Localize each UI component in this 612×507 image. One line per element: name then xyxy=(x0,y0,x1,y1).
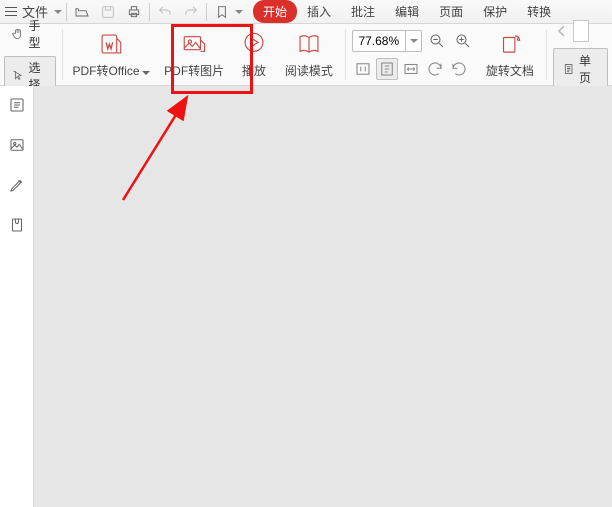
pdf-to-image-label: PDF转图片 xyxy=(164,62,224,79)
zoom-dropdown-button[interactable] xyxy=(405,31,421,51)
separator xyxy=(206,3,207,21)
save-button[interactable] xyxy=(97,1,119,23)
cursor-icon xyxy=(11,68,24,84)
tab-page[interactable]: 页面 xyxy=(429,0,473,23)
zoom-combo[interactable] xyxy=(352,30,422,52)
zoom-in-button[interactable] xyxy=(452,30,474,52)
hand-mode-label: 手型 xyxy=(28,17,48,51)
bookmark-dropdown[interactable] xyxy=(211,1,243,23)
sidebar-thumbnails-button[interactable] xyxy=(6,134,28,156)
single-page-label: 单页 xyxy=(579,52,599,86)
pdf-to-office-label: PDF转Office xyxy=(72,64,139,78)
zoom-in-icon xyxy=(454,32,472,50)
zoom-group xyxy=(352,30,474,80)
chevron-down-icon xyxy=(235,10,243,14)
tab-insert[interactable]: 插入 xyxy=(297,0,341,23)
fit-buttons-row xyxy=(352,58,474,80)
separator xyxy=(546,30,547,80)
hand-mode-button[interactable]: 手型 xyxy=(4,14,56,54)
undo-button[interactable] xyxy=(154,1,176,23)
rotate-left-button[interactable] xyxy=(448,58,470,80)
undo-icon xyxy=(157,4,173,20)
list-icon xyxy=(8,96,26,114)
print-icon xyxy=(126,4,142,20)
prev-page-button[interactable] xyxy=(553,20,571,42)
one-to-one-icon xyxy=(354,60,372,78)
separator xyxy=(62,30,63,80)
tab-edit[interactable]: 编辑 xyxy=(385,0,429,23)
sidebar-attachments-button[interactable] xyxy=(6,214,28,236)
reading-mode-button[interactable]: 阅读模式 xyxy=(279,26,339,83)
separator xyxy=(345,30,346,80)
single-page-button[interactable]: 单页 xyxy=(553,48,608,90)
tab-annotate[interactable]: 批注 xyxy=(341,0,385,23)
print-button[interactable] xyxy=(123,1,145,23)
chevron-down-icon xyxy=(410,39,418,43)
pdf-to-image-icon xyxy=(180,30,208,58)
pdf-to-word-icon xyxy=(97,30,125,58)
sidebar-outline-button[interactable] xyxy=(6,94,28,116)
separator xyxy=(66,3,67,21)
zoom-out-button[interactable] xyxy=(426,30,448,52)
single-page-icon xyxy=(562,61,575,77)
fit-page-button[interactable] xyxy=(376,58,398,80)
document-viewport[interactable] xyxy=(34,86,612,507)
play-button[interactable]: 播放 xyxy=(235,26,273,83)
ribbon-toolbar: 手型 选择 PDF转Office PDF转图片 播放 阅读模式 xyxy=(0,24,612,86)
mode-buttons-group: 手型 选择 xyxy=(4,14,56,96)
page-number-input[interactable] xyxy=(573,20,589,42)
open-button[interactable] xyxy=(71,1,93,23)
image-icon xyxy=(8,136,26,154)
bookmark-icon xyxy=(214,4,230,20)
left-sidebar xyxy=(0,86,34,507)
reading-mode-label: 阅读模式 xyxy=(285,62,333,79)
attachment-icon xyxy=(8,216,26,234)
sidebar-annotations-button[interactable] xyxy=(6,174,28,196)
separator xyxy=(149,3,150,21)
folder-open-icon xyxy=(74,4,90,20)
fit-width-button[interactable] xyxy=(400,58,422,80)
chevron-down-icon xyxy=(142,71,150,75)
fit-actual-button[interactable] xyxy=(352,58,374,80)
hand-icon xyxy=(11,26,24,42)
rotate-document-label: 旋转文档 xyxy=(486,62,534,79)
ribbon-tabs: 开始 插入 批注 编辑 页面 保护 转换 xyxy=(253,0,561,23)
redo-button[interactable] xyxy=(180,1,202,23)
chevron-left-icon xyxy=(557,25,567,37)
tab-start[interactable]: 开始 xyxy=(253,0,297,23)
redo-icon xyxy=(183,4,199,20)
pen-icon xyxy=(8,176,26,194)
play-label: 播放 xyxy=(242,62,266,79)
rotate-document-button[interactable]: 旋转文档 xyxy=(480,26,540,83)
pdf-to-image-button[interactable]: PDF转图片 xyxy=(159,26,229,83)
play-icon xyxy=(240,30,268,58)
page-nav-group: 单页 xyxy=(553,20,608,90)
book-icon xyxy=(295,30,323,58)
zoom-input[interactable] xyxy=(353,33,405,49)
rotate-document-icon xyxy=(496,30,524,58)
save-icon xyxy=(100,4,116,20)
rotate-right-button[interactable] xyxy=(424,58,446,80)
zoom-out-icon xyxy=(428,32,446,50)
fit-width-icon xyxy=(402,60,420,78)
rotate-ccw-icon xyxy=(450,60,468,78)
fit-page-icon xyxy=(378,60,396,78)
tab-protect[interactable]: 保护 xyxy=(473,0,517,23)
pdf-to-office-button[interactable]: PDF转Office xyxy=(69,26,154,83)
rotate-cw-icon xyxy=(426,60,444,78)
top-menu-bar: 文件 开始 插入 批注 编辑 页面 保护 转换 xyxy=(0,0,612,24)
